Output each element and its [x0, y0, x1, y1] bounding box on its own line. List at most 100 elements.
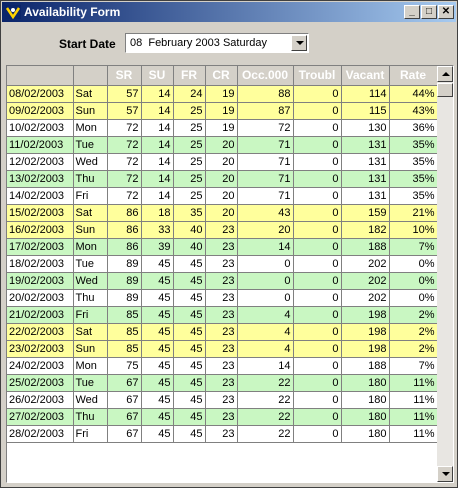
scroll-up-button[interactable] [437, 66, 453, 82]
value-cell: 0 [237, 272, 294, 290]
value-cell: 45 [173, 272, 206, 290]
start-date-select[interactable]: 08 February 2003 Saturday [125, 33, 309, 53]
date-cell: 23/02/2003 [7, 340, 74, 358]
value-cell: 45 [173, 340, 206, 358]
table-row[interactable]: 08/02/2003 Sat 57 14 24 19 88 0 114 44% [7, 85, 438, 103]
title-bar[interactable]: Availability Form _ □ ✕ [2, 2, 456, 22]
value-cell: 45 [173, 255, 206, 273]
date-cell: 17/02/2003 [7, 238, 74, 256]
vertical-scrollbar[interactable] [437, 66, 453, 482]
chevron-down-icon[interactable] [291, 35, 307, 51]
value-cell: 0 [293, 187, 342, 205]
value-cell: 198 [341, 323, 390, 341]
value-cell: 45 [173, 374, 206, 392]
value-cell: 0 [293, 255, 342, 273]
value-cell: 0 [293, 85, 342, 103]
day-cell: Sat [73, 323, 108, 341]
table-row[interactable]: 27/02/2003 Thu 67 45 45 23 22 0 180 11% [7, 408, 438, 426]
date-cell: 20/02/2003 [7, 289, 74, 307]
table-row[interactable]: 16/02/2003 Sun 86 33 40 23 20 0 182 10% [7, 221, 438, 239]
table-row[interactable]: 25/02/2003 Tue 67 45 45 23 22 0 180 11% [7, 374, 438, 392]
date-cell: 15/02/2003 [7, 204, 74, 222]
value-cell: 45 [173, 306, 206, 324]
date-cell: 10/02/2003 [7, 119, 74, 137]
date-cell: 21/02/2003 [7, 306, 74, 324]
value-cell: 45 [173, 425, 206, 443]
value-cell: 14 [141, 187, 174, 205]
date-cell: 13/02/2003 [7, 170, 74, 188]
table-row[interactable]: 10/02/2003 Mon 72 14 25 19 72 0 130 36% [7, 119, 438, 137]
value-cell: 0 [293, 425, 342, 443]
table-row[interactable]: 23/02/2003 Sun 85 45 45 23 4 0 198 2% [7, 340, 438, 358]
table-row[interactable]: 18/02/2003 Tue 89 45 45 23 0 0 202 0% [7, 255, 438, 273]
value-cell: 0 [293, 153, 342, 171]
value-cell: 67 [107, 374, 142, 392]
table-row[interactable]: 13/02/2003 Thu 72 14 25 20 71 0 131 35% [7, 170, 438, 188]
value-cell: 0 [293, 119, 342, 137]
day-cell: Mon [73, 357, 108, 375]
scroll-thumb[interactable] [437, 83, 453, 97]
value-cell: 180 [341, 425, 390, 443]
value-cell: 0 [237, 289, 294, 307]
table-row[interactable]: 21/02/2003 Fri 85 45 45 23 4 0 198 2% [7, 306, 438, 324]
table-row[interactable]: 11/02/2003 Tue 72 14 25 20 71 0 131 35% [7, 136, 438, 154]
vacant-col-header[interactable]: Vacant [341, 66, 390, 86]
value-cell: 23 [205, 408, 238, 426]
value-cell: 57 [107, 85, 142, 103]
value-cell: 19 [205, 119, 238, 137]
value-cell: 45 [141, 408, 174, 426]
table-row[interactable]: 14/02/2003 Fri 72 14 25 20 71 0 131 35% [7, 187, 438, 205]
table-row[interactable]: 28/02/2003 Fri 67 45 45 23 22 0 180 11% [7, 425, 438, 443]
value-cell: 14 [141, 136, 174, 154]
value-cell: 131 [341, 153, 390, 171]
table-row[interactable]: 20/02/2003 Thu 89 45 45 23 0 0 202 0% [7, 289, 438, 307]
date-cell: 24/02/2003 [7, 357, 74, 375]
date-col-header[interactable] [7, 66, 74, 86]
sr-col-header[interactable]: SR [107, 66, 142, 86]
value-cell: 20 [237, 221, 294, 239]
table-row[interactable]: 22/02/2003 Sat 85 45 45 23 4 0 198 2% [7, 323, 438, 341]
table-row[interactable]: 24/02/2003 Mon 75 45 45 23 14 0 188 7% [7, 357, 438, 375]
table-row[interactable]: 17/02/2003 Mon 86 39 40 23 14 0 188 7% [7, 238, 438, 256]
maximize-button[interactable]: □ [421, 5, 437, 19]
cr-col-header[interactable]: CR [205, 66, 238, 86]
value-cell: 202 [341, 272, 390, 290]
table-row[interactable]: 09/02/2003 Sun 57 14 25 19 87 0 115 43% [7, 102, 438, 120]
table-row[interactable]: 15/02/2003 Sat 86 18 35 20 43 0 159 21% [7, 204, 438, 222]
value-cell: 45 [173, 408, 206, 426]
value-cell: 0 [293, 204, 342, 222]
table-row[interactable]: 26/02/2003 Wed 67 45 45 23 22 0 180 11% [7, 391, 438, 409]
value-cell: 2% [389, 306, 438, 324]
scroll-down-button[interactable] [437, 466, 453, 482]
su-col-header[interactable]: SU [141, 66, 174, 86]
value-cell: 75 [107, 357, 142, 375]
availability-grid[interactable]: SR SU FR CR Occ.000 Troubl Vacant Rate 08/02/20… [6, 65, 454, 483]
day-col-header[interactable] [73, 66, 108, 86]
value-cell: 131 [341, 136, 390, 154]
day-cell: Thu [73, 408, 108, 426]
value-cell: 45 [141, 272, 174, 290]
app-icon [5, 5, 21, 19]
close-button[interactable]: ✕ [438, 5, 454, 19]
value-cell: 198 [341, 306, 390, 324]
trouble-col-header[interactable]: Troubl [293, 66, 342, 86]
day-cell: Tue [73, 136, 108, 154]
value-cell: 45 [173, 391, 206, 409]
date-cell: 14/02/2003 [7, 187, 74, 205]
occ-col-header[interactable]: Occ.000 [237, 66, 294, 86]
value-cell: 25 [173, 119, 206, 137]
value-cell: 18 [141, 204, 174, 222]
value-cell: 4 [237, 323, 294, 341]
table-row[interactable]: 12/02/2003 Wed 72 14 25 20 71 0 131 35% [7, 153, 438, 171]
value-cell: 188 [341, 357, 390, 375]
minimize-button[interactable]: _ [404, 5, 420, 19]
value-cell: 45 [141, 374, 174, 392]
fr-col-header[interactable]: FR [173, 66, 206, 86]
value-cell: 182 [341, 221, 390, 239]
rate-col-header[interactable]: Rate [389, 66, 438, 86]
value-cell: 23 [205, 323, 238, 341]
value-cell: 131 [341, 187, 390, 205]
value-cell: 14 [141, 119, 174, 137]
value-cell: 23 [205, 272, 238, 290]
table-row[interactable]: 19/02/2003 Wed 89 45 45 23 0 0 202 0% [7, 272, 438, 290]
